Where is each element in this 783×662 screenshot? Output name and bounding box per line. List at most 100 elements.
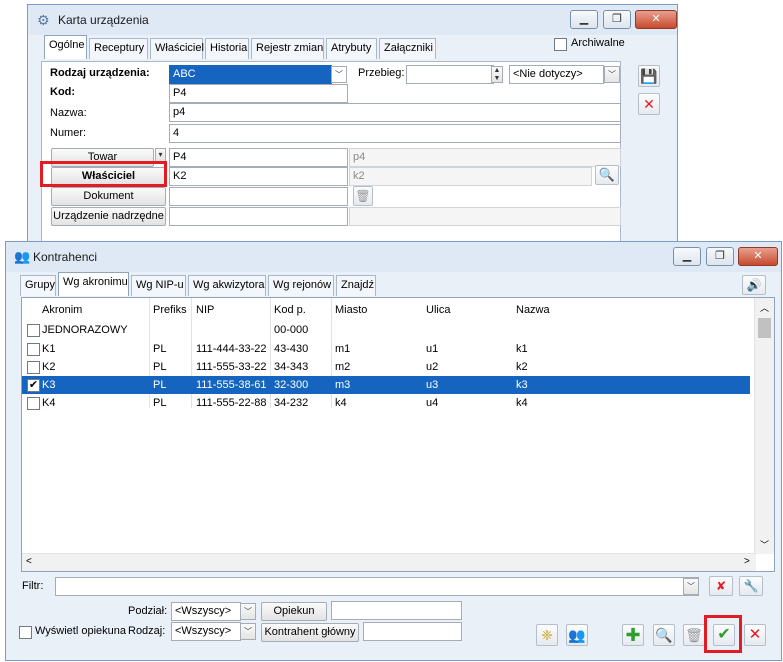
tab-by-region[interactable]: Wg rejonów [268, 275, 334, 296]
mileage-spinner[interactable]: ▲ ▼ [491, 66, 503, 83]
filter-dropdown[interactable]: ﹀ [683, 578, 699, 595]
guardian-button[interactable]: Opiekun [261, 602, 327, 621]
column-header-postcode[interactable]: Kod p. [274, 304, 306, 316]
maximize-button[interactable]: ❐ [706, 247, 734, 266]
number-input[interactable]: 4 [169, 124, 621, 143]
code-input[interactable]: P4 [169, 84, 348, 103]
maximize-button[interactable]: ❐ [603, 10, 631, 29]
table-row[interactable]: JEDNORAZOWY 00-000 [22, 321, 750, 339]
tab-groups[interactable]: Grupy [20, 275, 56, 296]
minimize-button[interactable]: ▁ [570, 10, 598, 29]
owner-code-input[interactable]: K2 [169, 167, 348, 186]
cell-acronym: K4 [42, 397, 56, 409]
parent-device-code-input[interactable] [169, 207, 348, 226]
contractors-icon: 👥 [14, 249, 31, 264]
mileage-unit-dropdown[interactable]: ﹀ [604, 66, 620, 83]
main-contractor-button[interactable]: Kontrahent główny [261, 623, 359, 642]
scroll-down-arrow[interactable]: ﹀ [760, 538, 769, 551]
search-icon[interactable]: 🔍 [653, 624, 675, 646]
contractors-grid: Akronim Prefiks NIP Kod p. Miasto Ulica … [21, 297, 775, 572]
table-row-selected[interactable]: ✔ K3 PL 111-555-38-61 32-300 m3 u3 k3 [22, 376, 750, 394]
row-checkbox[interactable] [27, 361, 40, 374]
row-checkbox[interactable] [27, 324, 40, 337]
mileage-input[interactable] [406, 65, 494, 84]
tab-general[interactable]: Ogólne [44, 35, 87, 59]
cell-nip: 111-555-38-61 [196, 379, 267, 391]
tab-by-nip[interactable]: Wg NIP-u [131, 275, 186, 296]
table-row[interactable]: K4 PL 111-555-22-88 34-232 k4 u4 k4 [22, 394, 750, 412]
parent-device-name-field [349, 207, 621, 226]
document-input[interactable] [169, 187, 348, 206]
close-button[interactable]: ✕ [738, 247, 778, 266]
clear-filter-icon[interactable]: ✘ [709, 576, 733, 596]
speaker-icon[interactable]: 🔊 [742, 275, 766, 295]
close-button[interactable]: ✕ [635, 10, 677, 29]
trash-icon[interactable]: 🗑 [683, 624, 705, 646]
column-header-city[interactable]: Miasto [335, 304, 367, 316]
device-card-title: Karta urządzenia [58, 13, 149, 27]
kind-select[interactable]: <Wszyscy> [171, 622, 241, 641]
column-header-street[interactable]: Ulica [426, 304, 450, 316]
tab-by-agent[interactable]: Wg akwizytora [188, 275, 266, 296]
tab-change-log[interactable]: Rejestr zmian [251, 38, 324, 59]
tab-owner[interactable]: Właściciel [150, 38, 204, 59]
tab-recipes[interactable]: Receptury [89, 38, 148, 59]
search-icon[interactable]: 🔍 [595, 165, 619, 185]
tab-attributes[interactable]: Atrybuty [326, 38, 377, 59]
trash-icon[interactable]: 🗑 [353, 186, 373, 206]
device-type-select[interactable]: ABC [169, 65, 332, 84]
document-button[interactable]: Dokument [51, 187, 166, 206]
wrench-icon[interactable]: 🔧 [739, 576, 763, 596]
contractors-titlebar[interactable]: 👥 Kontrahenci ▁ ❐ ✕ [6, 242, 781, 272]
device-type-dropdown[interactable]: ﹀ [331, 66, 347, 83]
main-contractor-input[interactable] [363, 622, 462, 641]
cancel-icon[interactable]: ✕ [744, 624, 766, 646]
tab-by-acronym[interactable]: Wg akronimu [58, 272, 129, 296]
column-header-acronym[interactable]: Akronim [42, 304, 82, 316]
scroll-left-arrow[interactable]: < [26, 556, 32, 567]
table-row[interactable]: K1 PL 111-444-33-22 43-430 m1 u1 k1 [22, 340, 750, 358]
group-icon[interactable]: ❈ [536, 624, 558, 646]
goods-dropdown[interactable]: ▾ [155, 148, 166, 162]
tab-history[interactable]: Historia [205, 38, 249, 59]
device-type-label: Rodzaj urządzenia: [50, 67, 150, 79]
contractors-tabs: Grupy Wg akronimu Wg NIP-u Wg akwizytora… [20, 272, 440, 297]
mileage-unit-select[interactable]: <Nie dotyczy> [509, 65, 604, 84]
split-dropdown[interactable]: ﹀ [240, 603, 256, 620]
cell-acronym: K2 [42, 361, 56, 373]
guardian-input[interactable] [331, 601, 462, 620]
cell-street: u1 [426, 343, 439, 355]
archive-checkbox[interactable] [554, 38, 567, 51]
minimize-button[interactable]: ▁ [673, 247, 701, 266]
row-checkbox[interactable] [27, 343, 40, 356]
save-icon[interactable]: 💾 [638, 65, 660, 87]
column-header-name[interactable]: Nazwa [516, 304, 550, 316]
row-checkbox-checked[interactable]: ✔ [27, 379, 40, 392]
parent-device-button[interactable]: Urządzenie nadrzędne [51, 207, 166, 226]
contact-persons-icon[interactable]: 👥 [566, 624, 588, 646]
horizontal-scrollbar[interactable]: < > [22, 553, 756, 571]
name-input[interactable]: p4 [169, 103, 621, 122]
scroll-right-arrow[interactable]: > [744, 556, 750, 567]
kind-dropdown[interactable]: ﹀ [240, 623, 256, 640]
show-guardian-checkbox[interactable] [19, 626, 32, 639]
name-label: Nazwa: [50, 107, 87, 119]
column-header-nip[interactable]: NIP [196, 304, 214, 316]
tab-attachments[interactable]: Załączniki [379, 38, 436, 59]
device-card-titlebar[interactable]: ⚙ Karta urządzenia ▁ ❐ ✕ [28, 5, 677, 35]
cancel-icon[interactable]: ✕ [638, 93, 660, 115]
filter-input[interactable] [55, 577, 699, 596]
table-row[interactable]: K2 PL 111-555-33-22 34-343 m2 u2 k2 [22, 358, 750, 376]
vertical-scrollbar[interactable]: ︿ ﹀ [754, 298, 774, 554]
row-checkbox[interactable] [27, 397, 40, 410]
tab-find[interactable]: Znajdź [336, 275, 376, 296]
cell-acronym: K1 [42, 343, 56, 355]
column-header-prefix[interactable]: Prefiks [153, 304, 187, 316]
scroll-thumb[interactable] [758, 318, 771, 338]
scroll-up-arrow[interactable]: ︿ [760, 301, 769, 314]
goods-code-input[interactable]: P4 [169, 148, 348, 167]
device-card-window: ⚙ Karta urządzenia ▁ ❐ ✕ Ogólne Receptur… [27, 4, 678, 245]
device-card-tabs: Ogólne Receptury Właściciel Historia Rej… [44, 35, 544, 62]
split-select[interactable]: <Wszyscy> [171, 602, 241, 621]
add-icon[interactable]: ✚ [622, 624, 644, 646]
